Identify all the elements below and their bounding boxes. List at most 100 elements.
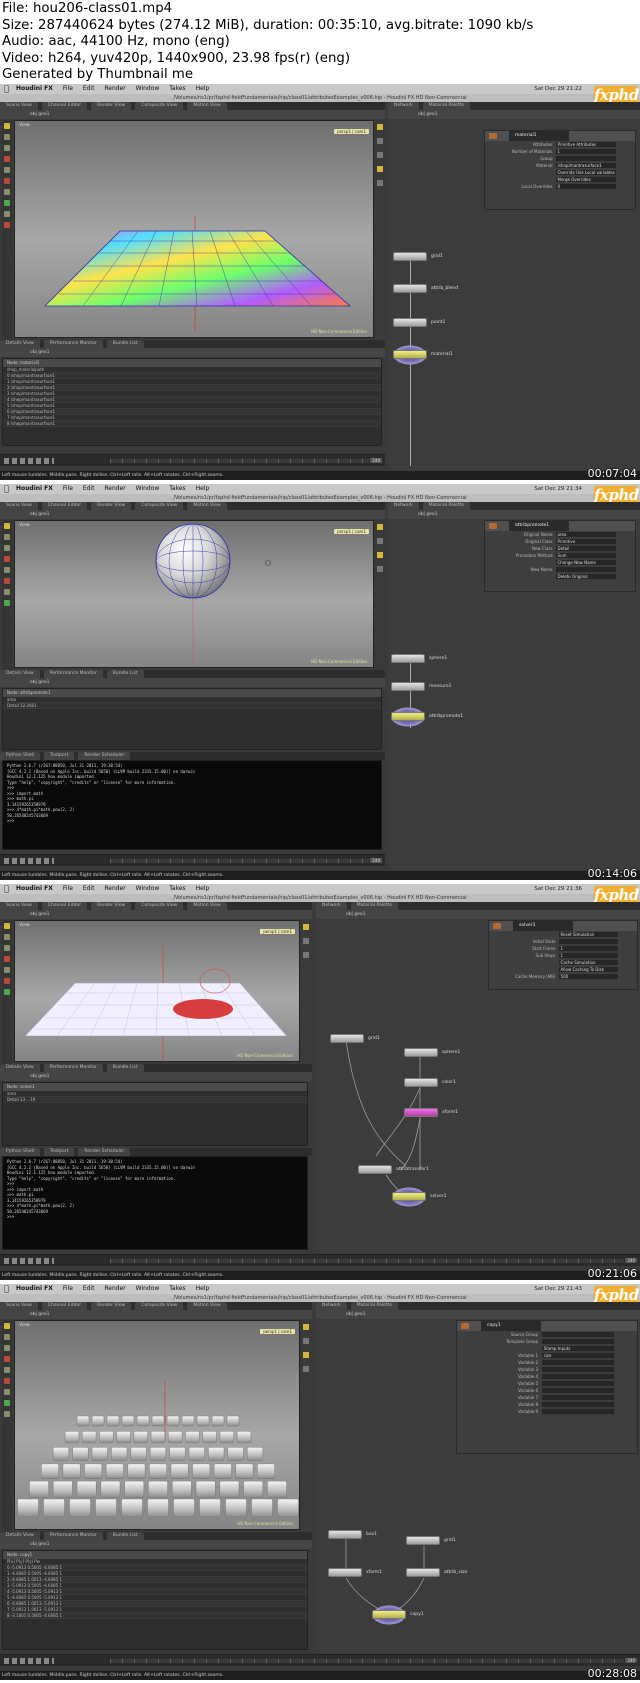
- rotate-tool-icon[interactable]: [4, 145, 10, 151]
- menu-app[interactable]: Houdini FX: [16, 1284, 53, 1294]
- menu-app[interactable]: Houdini FX: [16, 84, 53, 94]
- snap-tool-icon[interactable]: [4, 989, 10, 995]
- tab-details-view[interactable]: Details View: [0, 1064, 40, 1072]
- param-value[interactable]: Merge Overrides: [555, 177, 616, 182]
- tab-channel-editor[interactable]: Channel Editor: [41, 1302, 88, 1310]
- frame-slider[interactable]: [110, 1659, 624, 1663]
- tab-performance-monitor[interactable]: Performance Monitor: [43, 340, 103, 348]
- visualize-icon[interactable]: [377, 180, 383, 186]
- shading-icon[interactable]: [377, 538, 383, 544]
- param-value[interactable]: 0: [555, 184, 616, 189]
- tab-render-view[interactable]: Render View: [91, 1302, 132, 1310]
- frame-slider[interactable]: [110, 859, 369, 863]
- shading-icon[interactable]: [303, 938, 309, 944]
- details-path[interactable]: obj geo1: [0, 1540, 312, 1549]
- display-option-icon[interactable]: [377, 524, 383, 530]
- display-option-icon[interactable]: [303, 1324, 309, 1330]
- pose-tool-icon[interactable]: [4, 578, 10, 584]
- lights-icon[interactable]: [303, 952, 309, 958]
- move-tool-icon[interactable]: [4, 1334, 10, 1340]
- menu-help[interactable]: Help: [196, 884, 210, 894]
- menu-help[interactable]: Help: [196, 1284, 210, 1294]
- node-name-field[interactable]: material1: [509, 131, 569, 141]
- tab-render-scheduler[interactable]: Render Scheduler: [78, 1148, 131, 1156]
- playback-buttons[interactable]: [4, 1258, 54, 1264]
- display-option-icon[interactable]: [377, 124, 383, 130]
- network-editor[interactable]: attribpromote1 Original Name area Origina…: [388, 520, 640, 870]
- menu-app[interactable]: Houdini FX: [16, 484, 53, 494]
- select-tool-icon[interactable]: [4, 123, 10, 129]
- tab-scene-view[interactable]: Scene View: [0, 502, 38, 510]
- tab-scene-view[interactable]: Scene View: [0, 1302, 38, 1310]
- node-name-field[interactable]: attribpromote1: [509, 521, 569, 531]
- scale-tool-icon[interactable]: [4, 1356, 10, 1362]
- tab-performance-monitor[interactable]: Performance Monitor: [43, 1064, 103, 1072]
- scene-viewport[interactable]: View persp1 | cam1 HD Non-Commercial Edi…: [14, 1320, 300, 1530]
- tab-bundle-list[interactable]: Bundle List: [106, 1532, 144, 1540]
- menu-takes[interactable]: Takes: [169, 884, 185, 894]
- snap-tool-icon[interactable]: [4, 1400, 10, 1406]
- scene-path[interactable]: obj geo1: [0, 1310, 312, 1319]
- menu-window[interactable]: Window: [136, 1284, 160, 1294]
- frame-slider[interactable]: [110, 1259, 624, 1263]
- playback-buttons[interactable]: [4, 858, 54, 864]
- menu-help[interactable]: Help: [196, 484, 210, 494]
- details-path[interactable]: obj geo1: [0, 678, 385, 687]
- network-editor[interactable]: copy1 Source Group Template Group Stamp …: [316, 1320, 640, 1654]
- tab-textport[interactable]: Textport: [44, 752, 75, 760]
- tab-motion-view[interactable]: Motion View: [187, 502, 227, 510]
- param-value[interactable]: area: [555, 532, 616, 537]
- network-path[interactable]: obj geo1: [316, 910, 640, 919]
- tab-python-shell[interactable]: Python Shell: [0, 1148, 41, 1156]
- view-tool-icon[interactable]: [4, 1389, 10, 1395]
- lights-icon[interactable]: [377, 152, 383, 158]
- playbar[interactable]: 240: [0, 1254, 640, 1266]
- pose-tool-icon[interactable]: [4, 1378, 10, 1384]
- param-value[interactable]: Override Use Local variables: [555, 170, 616, 175]
- move-tool-icon[interactable]: [4, 534, 10, 540]
- snap-tool-icon[interactable]: [4, 200, 10, 206]
- network-path[interactable]: obj geo1: [316, 1310, 640, 1319]
- details-path[interactable]: obj geo1: [0, 348, 385, 357]
- tab-motion-view[interactable]: Motion View: [187, 102, 227, 110]
- menu-file[interactable]: File: [63, 84, 73, 94]
- tab-material-palette[interactable]: Material Palette: [422, 102, 471, 110]
- menu-app[interactable]: Houdini FX: [16, 884, 53, 894]
- tab-performance-monitor[interactable]: Performance Monitor: [43, 670, 103, 678]
- tab-performance-monitor[interactable]: Performance Monitor: [43, 1532, 103, 1540]
- move-tool-icon[interactable]: [4, 934, 10, 940]
- menu-render[interactable]: Render: [104, 84, 125, 94]
- tab-channel-editor[interactable]: Channel Editor: [41, 902, 88, 910]
- menu-edit[interactable]: Edit: [83, 84, 95, 94]
- tab-render-view[interactable]: Render View: [91, 502, 132, 510]
- playbar[interactable]: 240: [0, 454, 385, 466]
- handle-tool-icon[interactable]: [4, 567, 10, 573]
- apple-icon[interactable]: : [4, 1284, 9, 1294]
- tab-details-view[interactable]: Details View: [0, 340, 40, 348]
- tab-network[interactable]: Network: [388, 502, 419, 510]
- menu-edit[interactable]: Edit: [83, 1284, 95, 1294]
- tab-composite-view[interactable]: Composite View: [135, 902, 184, 910]
- select-tool-icon[interactable]: [4, 923, 10, 929]
- tab-bundle-list[interactable]: Bundle List: [106, 340, 144, 348]
- end-frame[interactable]: 240: [370, 458, 382, 463]
- network-path[interactable]: obj geo1: [388, 510, 640, 519]
- tab-motion-view[interactable]: Motion View: [187, 902, 227, 910]
- rotate-tool-icon[interactable]: [4, 1345, 10, 1351]
- ghost-icon[interactable]: [377, 566, 383, 572]
- param-value[interactable]: Delete Original: [555, 574, 616, 579]
- view-tool-icon[interactable]: [4, 589, 10, 595]
- handle-tool-icon[interactable]: [4, 967, 10, 973]
- playbar[interactable]: 240: [0, 1654, 640, 1666]
- brush-tool-icon[interactable]: [4, 1411, 10, 1417]
- display-option-icon[interactable]: [303, 924, 309, 930]
- pose-tool-icon[interactable]: [4, 178, 10, 184]
- tab-composite-view[interactable]: Composite View: [135, 1302, 184, 1310]
- scene-viewport[interactable]: View persp1 | cam1 HD Non-Commercial Edi…: [14, 520, 374, 668]
- tab-details-view[interactable]: Details View: [0, 670, 40, 678]
- shading-icon[interactable]: [377, 138, 383, 144]
- handle-tool-icon[interactable]: [4, 167, 10, 173]
- shading-icon[interactable]: [303, 1338, 309, 1344]
- tab-motion-view[interactable]: Motion View: [187, 1302, 227, 1310]
- pose-tool-icon[interactable]: [4, 978, 10, 984]
